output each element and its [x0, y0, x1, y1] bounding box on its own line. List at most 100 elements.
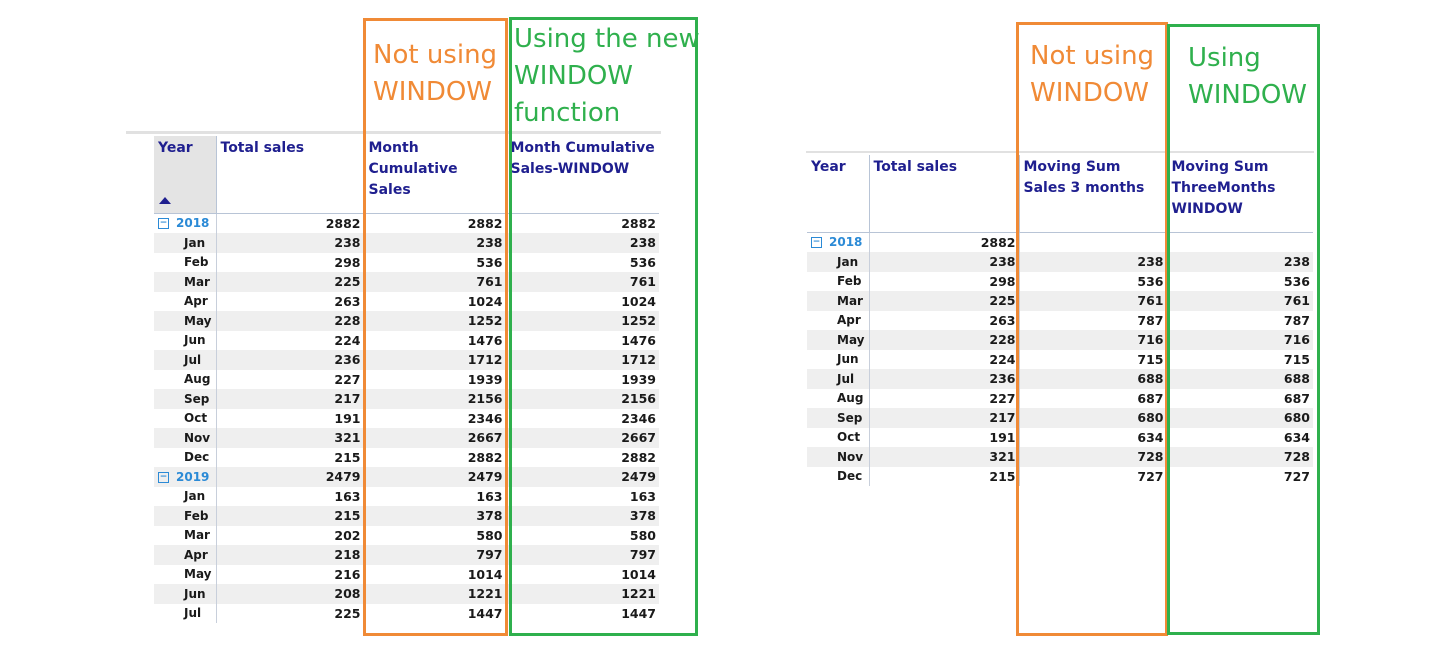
row-label: Jun — [807, 350, 869, 370]
row-label-text: May — [184, 567, 212, 582]
table-cell: 228 — [215, 311, 364, 331]
table-cell: 225 — [868, 291, 1019, 311]
row-label: Mar — [807, 291, 869, 311]
annotation-using-new-window: Using the new WINDOW function — [514, 21, 700, 132]
table-cell: 2882 — [868, 232, 1019, 252]
row-label-text: Feb — [184, 508, 209, 523]
row-label: Dec — [154, 448, 216, 468]
row-label: Aug — [807, 389, 869, 409]
row-label: Jun — [154, 584, 216, 604]
row-label: Jun — [154, 331, 216, 351]
annotation-line: WINDOW — [373, 77, 493, 107]
annotation-not-using-window: Not using WINDOW — [373, 37, 497, 111]
table-cell: 191 — [868, 427, 1019, 447]
collapse-minus-icon[interactable]: − — [158, 218, 169, 230]
annotation-line: WINDOW — [514, 61, 634, 91]
row-label-text: Jul — [184, 352, 202, 367]
table-cell: 217 — [215, 389, 364, 409]
row-label: Jan — [154, 487, 216, 507]
row-label: Sep — [154, 389, 216, 409]
annotation-line: WINDOW — [1030, 78, 1150, 108]
row-label-text: Mar — [184, 274, 210, 289]
column-header-year[interactable]: Year — [154, 136, 216, 213]
table-cell: 238 — [215, 233, 364, 253]
row-label-text: Feb — [837, 274, 862, 289]
table-cell: 263 — [868, 310, 1019, 330]
row-label: May — [154, 565, 216, 585]
row-label-text: Aug — [184, 372, 211, 387]
row-label-text: Nov — [837, 449, 864, 464]
row-label: Mar — [154, 272, 216, 292]
column-header-total-sales[interactable]: Total sales — [868, 155, 1019, 232]
highlight-box-not-using-window — [1016, 22, 1168, 636]
table-cell: 225 — [215, 603, 364, 623]
table-cell: 202 — [215, 525, 364, 545]
row-label: Aug — [154, 370, 216, 390]
table-cell: 224 — [215, 330, 364, 350]
collapse-minus-icon[interactable]: − — [158, 471, 169, 483]
table-cell: 236 — [868, 369, 1019, 389]
row-label-text: Jan — [184, 235, 206, 250]
row-label: −2019 — [154, 467, 216, 487]
row-label-text: May — [837, 332, 865, 347]
row-label: −2018 — [807, 232, 869, 252]
row-label-text: Feb — [184, 255, 209, 270]
row-label-text: Jun — [184, 586, 206, 601]
row-label-text: Sep — [837, 410, 863, 425]
highlight-box-using-window — [1167, 24, 1320, 635]
table-cell: 2882 — [215, 213, 364, 233]
annotation-not-using-window: Not using WINDOW — [1030, 38, 1154, 112]
table-cell: 298 — [868, 271, 1019, 291]
row-label-text: Oct — [837, 430, 861, 445]
row-label-text: 2019 — [176, 469, 210, 484]
table-cell: 216 — [215, 564, 364, 584]
row-label-text: Mar — [837, 293, 863, 308]
table-cell: 321 — [868, 447, 1019, 467]
table-cell: 217 — [868, 408, 1019, 428]
row-label: Jul — [807, 369, 869, 389]
row-label: May — [154, 311, 216, 331]
row-label-text: Nov — [184, 430, 211, 445]
annotation-using-window: Using WINDOW — [1188, 40, 1307, 114]
row-label: −2018 — [154, 213, 216, 233]
row-label-text: Apr — [184, 547, 208, 562]
row-label-text: Apr — [184, 294, 208, 309]
row-label: Sep — [807, 408, 869, 428]
annotation-line: Using the new — [514, 24, 700, 54]
table-cell: 218 — [215, 545, 364, 565]
column-header-year[interactable]: Year — [807, 155, 869, 232]
row-label: Apr — [807, 311, 869, 331]
row-label: Apr — [154, 292, 216, 312]
row-label-text: 2018 — [829, 235, 863, 250]
annotation-line: Using — [1188, 43, 1261, 73]
row-label: May — [807, 330, 869, 350]
row-label: Jul — [154, 350, 216, 370]
collapse-minus-icon[interactable]: − — [811, 237, 822, 249]
row-label-text: Aug — [837, 391, 864, 406]
table-cell: 227 — [868, 388, 1019, 408]
table-cell: 163 — [215, 486, 364, 506]
table-cell: 224 — [868, 349, 1019, 369]
table-cell: 215 — [868, 466, 1019, 486]
row-label: Nov — [807, 447, 869, 467]
table-cell: 215 — [215, 447, 364, 467]
table-cell: 236 — [215, 350, 364, 370]
row-label-text: Apr — [837, 313, 861, 328]
row-label: Jan — [154, 233, 216, 253]
row-label-text: Jan — [837, 254, 859, 269]
row-label: Jul — [154, 604, 216, 624]
annotation-line: Not using — [373, 40, 498, 70]
row-label: Mar — [154, 526, 216, 546]
row-label-text: Jun — [837, 352, 859, 367]
row-label-text: 2018 — [176, 216, 210, 231]
row-label-text: Jun — [184, 333, 206, 348]
sort-ascending-icon[interactable] — [159, 197, 171, 204]
row-label: Oct — [807, 428, 869, 448]
table-cell: 215 — [215, 506, 364, 526]
row-label-text: Jul — [837, 371, 855, 386]
row-label: Oct — [154, 409, 216, 429]
column-header-total-sales[interactable]: Total sales — [215, 136, 364, 213]
table-cell: 191 — [215, 408, 364, 428]
row-label: Dec — [807, 467, 869, 487]
table-cell: 225 — [215, 272, 364, 292]
